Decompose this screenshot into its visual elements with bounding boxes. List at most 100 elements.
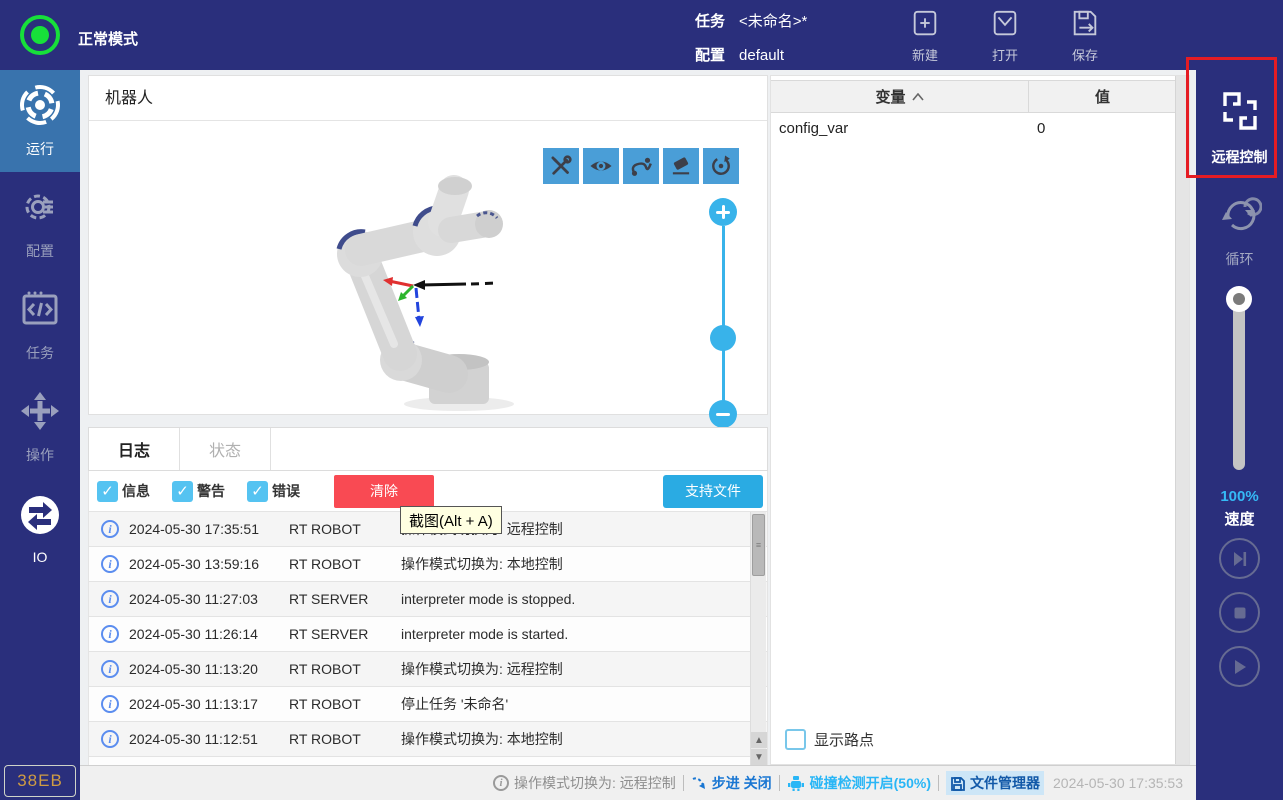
sidebar-item-operate[interactable]: 操作 (0, 376, 80, 478)
save-task-button[interactable]: 保存 (1045, 8, 1125, 64)
tab-status[interactable]: 状态 (180, 428, 271, 470)
log-time: 2024-05-30 11:13:17 (129, 696, 289, 712)
robot-panel-title: 机器人 (89, 76, 767, 121)
log-row[interactable]: i 2024-05-30 11:27:03 RT SERVER interpre… (89, 582, 767, 617)
sidebar-item-task[interactable]: 任务 (0, 274, 80, 376)
variables-scrollbar[interactable] (1175, 76, 1189, 764)
show-waypoints-control: 显示路点 (785, 729, 874, 750)
status-green-dot (31, 26, 49, 44)
zoom-out-icon[interactable] (709, 400, 737, 428)
zoom-slider-knob[interactable] (710, 325, 736, 351)
task-label: 任务 (695, 13, 725, 30)
speed-slider-track[interactable] (1233, 288, 1245, 470)
clear-log-button[interactable]: 清除 (334, 475, 434, 508)
device-code-badge[interactable]: 38EB (4, 765, 76, 797)
log-scrollbar-thumb[interactable]: ≡ (752, 514, 765, 576)
play-button[interactable] (1219, 646, 1260, 687)
collision-detection-toggle[interactable]: 碰撞检测开启(50%) (787, 773, 931, 793)
sidebar-item-io[interactable]: IO (0, 478, 80, 580)
log-source: RT SERVER (289, 591, 401, 607)
log-message: 操作模式切换为: 远程控制 (401, 659, 767, 679)
zoom-in-icon[interactable] (709, 198, 737, 226)
left-sidebar: 运行 配置 任务 (0, 70, 80, 800)
log-source: RT ROBOT (289, 556, 401, 572)
log-row[interactable]: i 2024-05-30 11:12:51 RT ROBOT 操作模式切换为: … (89, 722, 767, 757)
variable-column-header[interactable]: 变量 (771, 81, 1029, 112)
topbar-actions: 新建 打开 保存 (885, 8, 1125, 64)
variables-panel: 变量 值 config_var 0 显示路点 (770, 75, 1190, 765)
tab-log[interactable]: 日志 (89, 428, 180, 470)
zoom-control (709, 198, 737, 428)
show-waypoints-label: 显示路点 (814, 729, 874, 750)
filter-warning-checkbox[interactable] (172, 481, 193, 502)
speed-slider-knob[interactable] (1226, 286, 1252, 312)
log-message: 操作模式切换为: 本地控制 (401, 729, 767, 749)
new-task-button[interactable]: 新建 (885, 8, 965, 64)
log-source: RT ROBOT (289, 731, 401, 747)
status-timestamp: 2024-05-30 17:35:53 (1053, 775, 1183, 791)
filter-info-checkbox[interactable] (97, 481, 118, 502)
log-message: 停止任务 '未命名' (401, 694, 767, 714)
log-source: RT ROBOT (289, 661, 401, 677)
file-manager-button[interactable]: 文件管理器 (946, 771, 1044, 795)
move-arrows-icon (19, 390, 61, 437)
show-waypoints-checkbox[interactable] (785, 729, 806, 750)
remote-control-label: 远程控制 (1212, 147, 1268, 167)
log-message: interpreter mode is stopped. (401, 591, 767, 607)
step-mode-label: 步进 关闭 (712, 773, 772, 793)
speed-percentage: 100% (1196, 488, 1283, 505)
log-row[interactable]: i 2024-05-30 11:12:21 RT ROBOT 操作模式切换为: … (89, 757, 767, 765)
play-icon (1230, 657, 1250, 677)
rotate-icon[interactable] (703, 148, 739, 184)
config-row: 配置default (695, 44, 784, 65)
run-target-icon (19, 84, 61, 131)
skip-to-end-icon (1230, 549, 1250, 569)
collision-robot-icon (787, 775, 805, 791)
robot-status-indicator (20, 15, 60, 55)
log-time: 2024-05-30 11:12:51 (129, 731, 289, 747)
log-time: 2024-05-30 11:26:14 (129, 626, 289, 642)
stop-button[interactable] (1219, 592, 1260, 633)
right-sidebar: 远程控制 循环 100% 速度 (1196, 0, 1283, 800)
info-icon: i (101, 555, 119, 573)
sidebar-item-io-label: IO (33, 549, 48, 565)
io-swap-icon (19, 494, 61, 541)
robot-3d-panel: 机器人 (88, 75, 768, 415)
log-row[interactable]: i 2024-05-30 11:13:20 RT ROBOT 操作模式切换为: … (89, 652, 767, 687)
filter-error-checkbox[interactable] (247, 481, 268, 502)
eraser-icon[interactable] (663, 148, 699, 184)
new-task-icon (910, 8, 940, 43)
loop-button[interactable]: 循环 (1196, 192, 1283, 269)
log-message: interpreter mode is started. (401, 626, 767, 642)
robot-3d-view[interactable] (301, 164, 581, 412)
variables-table-header: 变量 值 (771, 80, 1176, 113)
scroll-down-icon[interactable]: ▼ (751, 749, 767, 765)
log-time: 2024-05-30 11:13:20 (129, 661, 289, 677)
task-code-icon (19, 288, 61, 335)
step-mode-toggle[interactable]: 步进 关闭 (691, 773, 772, 793)
log-row[interactable]: i 2024-05-30 11:13:17 RT ROBOT 停止任务 '未命名… (89, 687, 767, 722)
log-row[interactable]: i 2024-05-30 11:26:14 RT SERVER interpre… (89, 617, 767, 652)
log-message: 操作模式切换为: 本地控制 (401, 554, 767, 574)
info-icon: i (101, 730, 119, 748)
scroll-up-icon[interactable]: ▲ (751, 732, 767, 748)
eye-icon[interactable] (583, 148, 619, 184)
filter-info-label: 信息 (122, 481, 150, 501)
path-icon[interactable] (623, 148, 659, 184)
variable-row[interactable]: config_var 0 (771, 113, 1176, 143)
sidebar-item-run[interactable]: 运行 (0, 70, 80, 172)
skip-to-end-button[interactable] (1219, 538, 1260, 579)
zoom-slider-track[interactable] (722, 226, 725, 401)
value-column-header[interactable]: 值 (1029, 81, 1176, 112)
sidebar-item-run-label: 运行 (26, 139, 54, 159)
remote-control-button[interactable]: 远程控制 (1196, 88, 1283, 167)
loop-label: 循环 (1226, 249, 1254, 269)
status-bar: i 操作模式切换为: 远程控制 步进 关闭 碰撞检测开启(50%) 文件管理器 (80, 765, 1196, 800)
log-row[interactable]: i 2024-05-30 13:59:16 RT ROBOT 操作模式切换为: … (89, 547, 767, 582)
open-task-button[interactable]: 打开 (965, 8, 1045, 64)
tools-icon[interactable] (543, 148, 579, 184)
sidebar-item-config[interactable]: 配置 (0, 172, 80, 274)
remote-control-icon (1217, 88, 1263, 139)
support-files-button[interactable]: 支持文件 (663, 475, 763, 508)
log-scrollbar[interactable]: ≡ ▲ ▼ (750, 512, 766, 765)
